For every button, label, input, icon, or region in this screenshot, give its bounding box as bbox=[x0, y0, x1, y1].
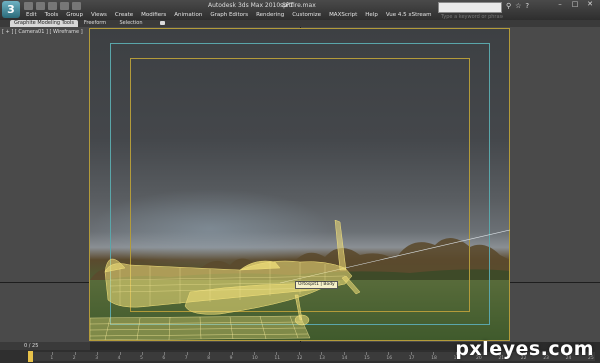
timeline-tick-label: 9 bbox=[229, 356, 233, 361]
menu-tools[interactable]: Tools bbox=[41, 11, 63, 19]
timeline-tick-mark bbox=[119, 352, 121, 355]
quick-access-toolbar bbox=[24, 2, 81, 11]
menu-graph-editors[interactable]: Graph Editors bbox=[206, 11, 252, 19]
timeline-tick-mark bbox=[254, 352, 255, 355]
star-icon[interactable]: ☆ bbox=[515, 2, 521, 11]
timeline-tick-label: 6 bbox=[162, 356, 166, 361]
viewport-label[interactable]: [ + ] [ Camera01 ] [ Wireframe ] bbox=[2, 29, 83, 35]
menu-create[interactable]: Create bbox=[111, 11, 137, 19]
tab-freeform[interactable]: Freeform bbox=[80, 20, 110, 27]
binoculars-icon[interactable]: ⚲ bbox=[506, 2, 511, 11]
menu-maxscript[interactable]: MAXScript bbox=[325, 11, 361, 19]
undo-icon[interactable] bbox=[60, 2, 69, 10]
minimize-button[interactable]: – bbox=[555, 0, 565, 9]
timeline-tick-label: 2 bbox=[72, 356, 76, 361]
timeline-tick-mark bbox=[433, 352, 435, 355]
timeline-tick-mark bbox=[164, 352, 166, 355]
timeline-tick-label: 13 bbox=[319, 356, 325, 361]
timeline-tick-label: 5 bbox=[140, 356, 143, 361]
menu-animation[interactable]: Animation bbox=[170, 11, 206, 19]
spitfire-wireframe-model[interactable] bbox=[90, 220, 380, 340]
timeline-tick-label: 17 bbox=[408, 356, 415, 361]
menu-edit[interactable]: Edit bbox=[22, 11, 41, 19]
timeline-tick-mark bbox=[388, 352, 390, 355]
redo-icon[interactable] bbox=[72, 2, 81, 10]
save-icon[interactable] bbox=[48, 2, 57, 10]
timeline-tick-label: 15 bbox=[364, 356, 370, 361]
menu-customize[interactable]: Customize bbox=[288, 11, 325, 19]
timeline-tick-mark bbox=[209, 352, 211, 355]
timeline-tick-label: 18 bbox=[431, 356, 437, 361]
tab-graphite-modeling-tools[interactable]: Graphite Modeling Tools bbox=[10, 20, 78, 27]
help-icon[interactable]: ? bbox=[525, 2, 529, 11]
timeline-tick-mark bbox=[366, 352, 367, 355]
menu-modifiers[interactable]: Modifiers bbox=[137, 11, 170, 19]
timeline-tick-label: 11 bbox=[274, 356, 281, 361]
menu-rendering[interactable]: Rendering bbox=[252, 11, 288, 19]
menu-vue-xstream[interactable]: Vue 4.5 xStream bbox=[382, 11, 436, 19]
timeline-tick-mark bbox=[97, 352, 99, 355]
app-logo-button[interactable]: 3 bbox=[2, 1, 20, 18]
timeline-tick-label: 1 bbox=[50, 356, 54, 361]
timeline-tick-mark bbox=[321, 352, 323, 355]
timeline-tick-mark bbox=[298, 352, 300, 355]
timeline-tick-label: 7 bbox=[184, 356, 188, 361]
tab-selection[interactable]: Selection bbox=[114, 20, 148, 27]
menu-help[interactable]: Help bbox=[361, 11, 382, 19]
timeline-tick-label: 16 bbox=[386, 356, 393, 361]
timeline-tick-mark bbox=[276, 352, 278, 355]
timeline-tick-mark bbox=[231, 352, 233, 355]
timeline-tick-label: 3 bbox=[95, 356, 99, 361]
timeline-tick-label: 14 bbox=[341, 356, 348, 361]
timeline-tick-mark bbox=[343, 352, 345, 355]
open-file-icon[interactable] bbox=[36, 2, 45, 10]
timeline-tick-mark bbox=[410, 352, 412, 355]
menu-group[interactable]: Group bbox=[62, 11, 87, 19]
menu-bar: Edit Tools Group Views Create Modifiers … bbox=[22, 11, 436, 19]
new-file-icon[interactable] bbox=[24, 2, 33, 10]
timeline-tick-mark bbox=[52, 352, 54, 355]
timeline-tick-label: 4 bbox=[117, 356, 121, 361]
ribbon-toggle-button[interactable] bbox=[160, 21, 165, 25]
close-button[interactable]: ✕ bbox=[585, 0, 595, 9]
watermark: pxleyes.com bbox=[455, 338, 594, 360]
search-tools: ⚲ ☆ ? bbox=[506, 2, 529, 11]
menu-views[interactable]: Views bbox=[87, 11, 111, 19]
timeline-tick-mark bbox=[142, 352, 143, 355]
timeline-tick-mark bbox=[186, 352, 188, 355]
time-slider-handle[interactable] bbox=[28, 351, 33, 362]
window-controls: – □ ✕ bbox=[555, 0, 595, 9]
timeline-tick-label: 12 bbox=[296, 356, 303, 361]
timeline-tick-label: 8 bbox=[207, 356, 211, 361]
object-tooltip: Ortospit1 | Body bbox=[295, 281, 338, 289]
status-panel bbox=[0, 342, 90, 350]
timeline-tick-label: 10 bbox=[252, 356, 258, 361]
file-name: spitfire.max bbox=[280, 2, 316, 9]
search-box[interactable] bbox=[438, 2, 505, 22]
frame-counter: 0 / 25 bbox=[24, 343, 39, 349]
maximize-button[interactable]: □ bbox=[570, 0, 580, 9]
timeline-tick-mark bbox=[74, 352, 76, 355]
